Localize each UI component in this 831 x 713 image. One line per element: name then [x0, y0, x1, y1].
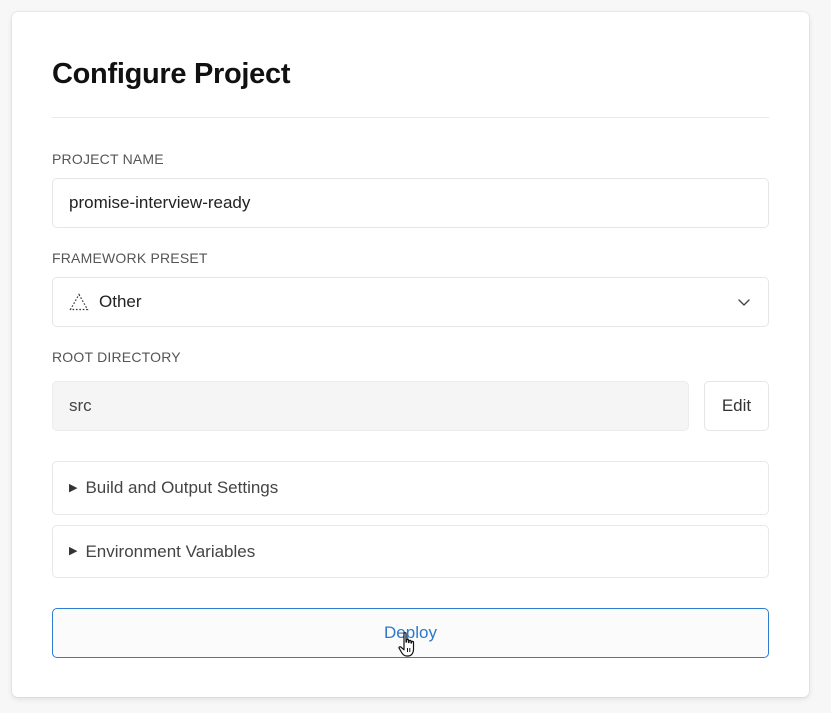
deploy-button[interactable]: Deploy [52, 608, 769, 658]
framework-preset-select[interactable]: Other [52, 277, 769, 327]
page-title: Configure Project [52, 58, 291, 90]
environment-variables-label: Environment Variables [85, 541, 256, 561]
configure-project-card: Configure Project PROJECT NAME promise-i… [12, 12, 809, 697]
root-directory-input: src [52, 381, 689, 431]
framework-preset-value: Other [99, 292, 142, 311]
caret-right-icon: ▶ [69, 545, 78, 557]
caret-right-icon: ▶ [69, 481, 78, 494]
chevron-down-icon [736, 294, 752, 310]
root-directory-label: ROOT DIRECTORY [52, 349, 181, 365]
edit-root-directory-button[interactable]: Edit [704, 381, 769, 431]
project-name-input[interactable]: promise-interview-ready [52, 178, 769, 228]
build-output-settings-label: Build and Output Settings [85, 478, 279, 497]
title-divider [52, 117, 769, 118]
project-name-value: promise-interview-ready [69, 193, 251, 212]
environment-variables-toggle[interactable]: ▶ Environment Variables [52, 525, 769, 578]
framework-preset-label: FRAMEWORK PRESET [52, 250, 208, 266]
build-output-settings-toggle[interactable]: ▶ Build and Output Settings [52, 461, 769, 515]
root-directory-value: src [69, 396, 92, 415]
project-name-label: PROJECT NAME [52, 151, 164, 167]
dotted-triangle-icon [69, 293, 89, 311]
